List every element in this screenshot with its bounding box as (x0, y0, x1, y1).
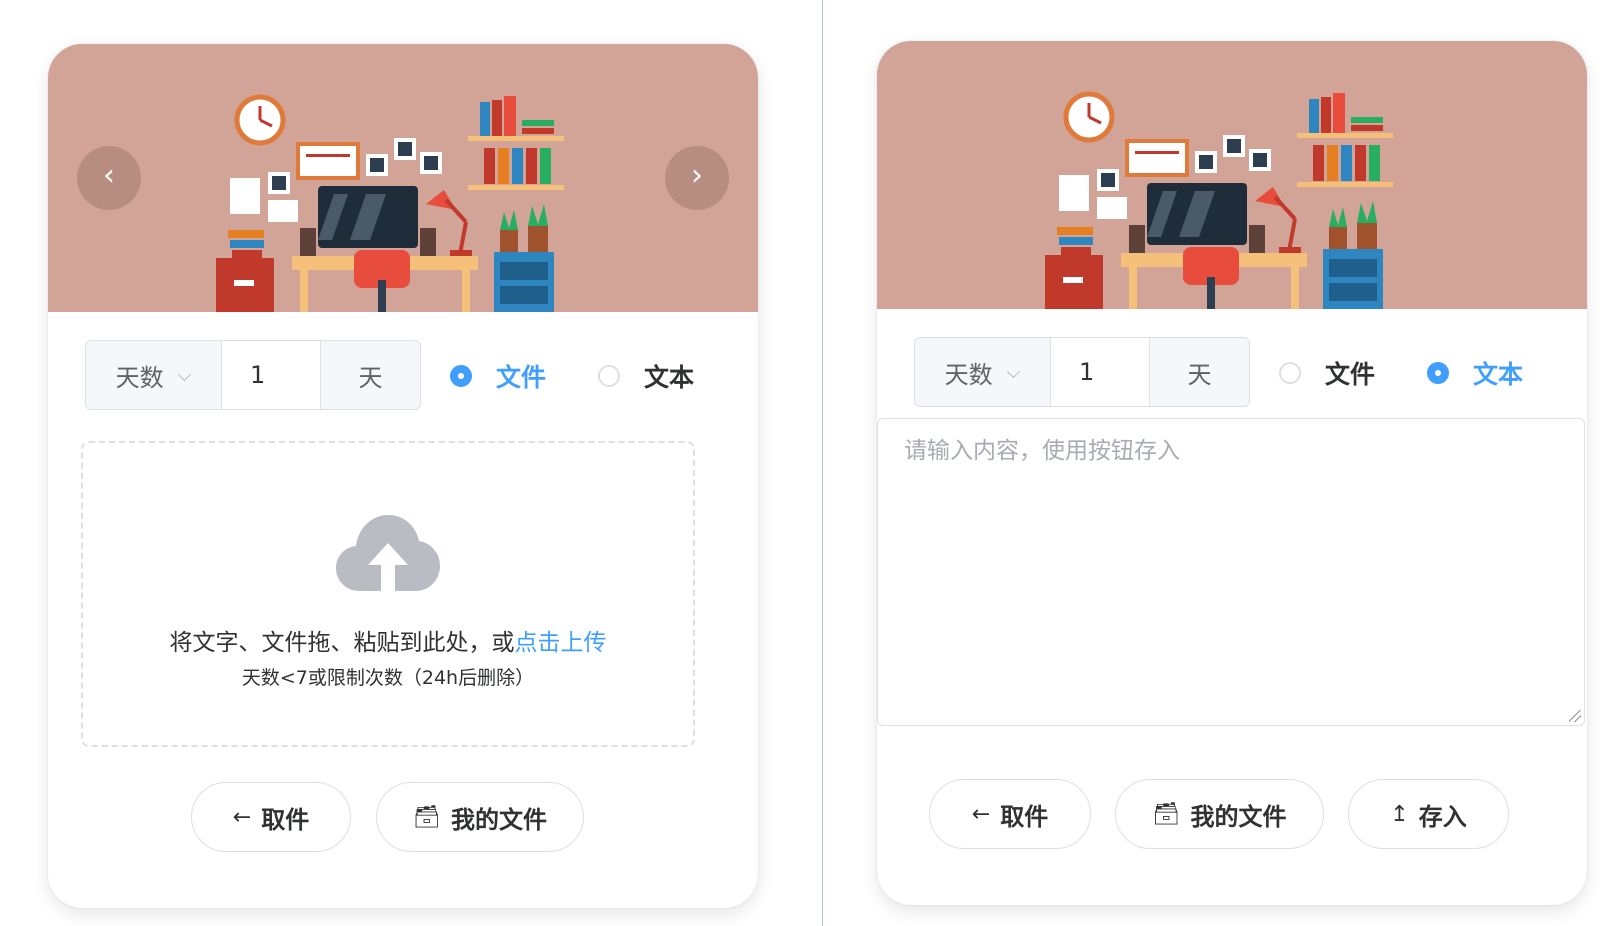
resize-handle-icon[interactable] (1569, 710, 1581, 722)
expire-input-group: 天数 ⌵ 1 天 (85, 340, 421, 410)
radio-file[interactable]: 文件 (450, 358, 546, 394)
text-content-input[interactable]: 请输入内容，使用按钮存入 (877, 418, 1585, 726)
archive-icon: 🗃 (413, 804, 441, 830)
my-files-button[interactable]: 🗃 我的文件 (1115, 779, 1324, 849)
cloud-upload-icon (336, 515, 440, 591)
radio-file[interactable]: 文件 (1279, 355, 1375, 391)
file-share-card-file-mode: ‹ › 天数 ⌵ 1 天 文件 文本 将文字、文件拖、粘贴到此处，或点击上传 天 (48, 44, 758, 908)
expire-value-input[interactable]: 1 (222, 341, 321, 409)
radio-text-label: 文本 (644, 363, 695, 392)
save-button[interactable]: ↥ 存入 (1348, 779, 1509, 849)
expire-settings: 天数 ⌵ 1 天 文件 文本 (85, 340, 735, 412)
expire-type-label: 天数 (115, 363, 164, 392)
my-files-button-label: 我的文件 (1190, 802, 1287, 831)
expire-unit-label: 天 (321, 341, 420, 409)
expire-value-input[interactable]: 1 (1051, 338, 1150, 406)
radio-text[interactable]: 文本 (598, 358, 694, 394)
banner-carousel (877, 41, 1587, 309)
arrow-left-icon: ← (232, 804, 252, 830)
archive-icon: 🗃 (1152, 801, 1181, 827)
retrieve-button-label: 取件 (261, 805, 310, 834)
retrieve-button[interactable]: ← 取件 (191, 782, 351, 852)
upload-instruction: 将文字、文件拖、粘贴到此处，或点击上传 (83, 623, 693, 657)
chevron-down-icon: ⌵ (177, 364, 192, 386)
chevron-right-icon: › (691, 158, 703, 193)
retrieve-button-label: 取件 (1000, 802, 1049, 831)
expire-type-select[interactable]: 天数 ⌵ (915, 338, 1051, 406)
expire-type-label: 天数 (944, 360, 993, 389)
office-desk-illustration (1045, 91, 1393, 309)
arrow-left-icon: ← (971, 801, 991, 827)
radio-file-label: 文件 (1325, 360, 1376, 389)
click-upload-link[interactable]: 点击上传 (515, 630, 607, 656)
upload-instruction-text: 将文字、文件拖、粘贴到此处，或 (169, 630, 515, 656)
expire-type-select[interactable]: 天数 ⌵ (86, 341, 222, 409)
expire-settings: 天数 ⌵ 1 天 文件 文本 (914, 337, 1564, 409)
textarea-placeholder: 请输入内容，使用按钮存入 (904, 438, 1180, 464)
upload-icon: ↥ (1390, 801, 1409, 827)
radio-dot-icon (1279, 362, 1301, 384)
save-button-label: 存入 (1418, 802, 1467, 831)
chevron-left-icon: ‹ (103, 158, 115, 193)
expire-input-group: 天数 ⌵ 1 天 (914, 337, 1250, 407)
radio-dot-icon (1427, 362, 1449, 384)
office-desk-illustration (216, 94, 564, 312)
file-share-card-text-mode: 天数 ⌵ 1 天 文件 文本 请输入内容，使用按钮存入 ← 取件 🗃 我的文件 … (877, 41, 1587, 905)
banner-carousel: ‹ › (48, 44, 758, 312)
upload-dropzone[interactable]: 将文字、文件拖、粘贴到此处，或点击上传 天数<7或限制次数（24h后删除） (81, 441, 695, 747)
radio-text-label: 文本 (1473, 360, 1524, 389)
chevron-down-icon: ⌵ (1006, 361, 1021, 383)
carousel-prev-button[interactable]: ‹ (77, 146, 141, 210)
my-files-button[interactable]: 🗃 我的文件 (376, 782, 584, 852)
radio-file-label: 文件 (496, 363, 547, 392)
radio-text[interactable]: 文本 (1427, 355, 1523, 391)
radio-dot-icon (450, 365, 472, 387)
panel-divider (822, 0, 823, 926)
radio-dot-icon (598, 365, 620, 387)
my-files-button-label: 我的文件 (450, 805, 547, 834)
expire-unit-label: 天 (1150, 338, 1249, 406)
retrieve-button[interactable]: ← 取件 (929, 779, 1091, 849)
carousel-next-button[interactable]: › (665, 146, 729, 210)
upload-tip: 天数<7或限制次数（24h后删除） (241, 667, 535, 689)
